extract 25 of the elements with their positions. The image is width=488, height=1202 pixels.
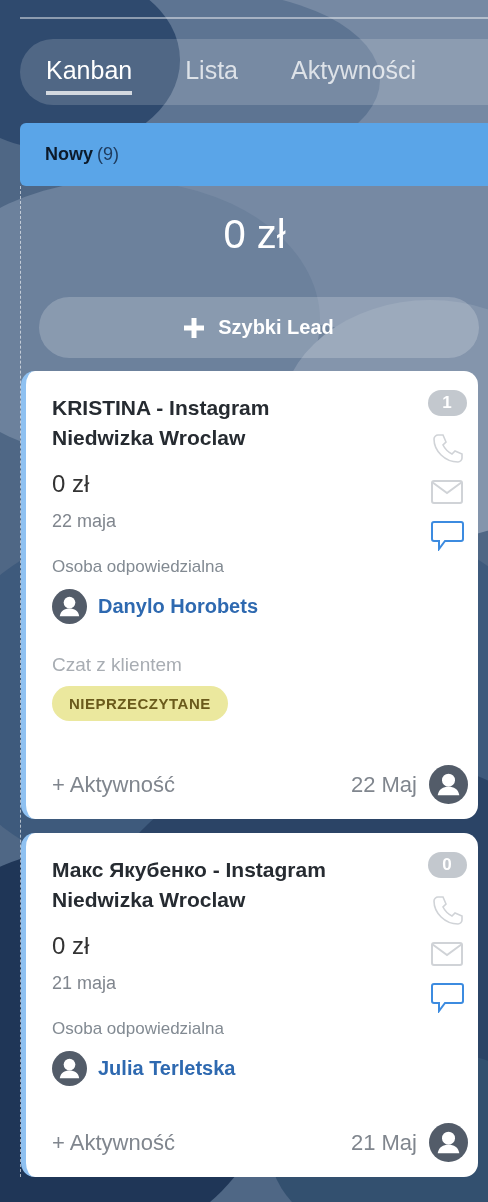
deal-card[interactable]: Макс Якубенко - Instagram Niedwizka Wroclaw 0 zł 21 maja Osoba odpowiedzialna Julia Terletska 0 + Aktywność 21 Maj [21, 833, 478, 1177]
deal-date: 22 maja [52, 511, 118, 532]
add-activity-link[interactable]: + Aktywność [52, 771, 339, 798]
count-badge: 1 [427, 390, 467, 416]
quick-lead-button[interactable]: Szybki Lead [39, 297, 479, 358]
view-tab[interactable]: Kanban [46, 49, 133, 95]
column-count: (9) [97, 144, 119, 165]
column-total: 0 zł [222, 211, 287, 258]
field-label: Osoba odpowiedzialna [52, 1019, 225, 1039]
person-link[interactable]: Danylo Horobets [98, 595, 259, 618]
add-activity-link[interactable]: + Aktywność [52, 1129, 339, 1156]
deal-title: Макс Якубенко - Instagram Niedwizka Wroclaw [52, 857, 327, 913]
deal-date: 21 maja [52, 973, 118, 994]
field-label: Czat z klientem [52, 654, 183, 676]
field-label: Osoba odpowiedzialna [52, 557, 225, 577]
status-tag: NIEPRZECZYTANE [52, 686, 228, 721]
column-title: Nowy [45, 144, 93, 165]
person-link[interactable]: Julia Terletska [98, 1057, 236, 1080]
count-badge: 0 [427, 852, 467, 878]
deal-amount: 0 zł [52, 470, 91, 498]
footer-date: 22 Maj [350, 771, 417, 798]
deal-amount: 0 zł [52, 932, 91, 960]
deal-card[interactable]: KRISTINA - Instagram Niedwizka Wroclaw 0 zł 22 maja Osoba odpowiedzialna Danylo Horobets Czat z klientem NIEPRZECZYTANE 1 + Aktywność 22 Maj [21, 371, 478, 819]
footer-date: 21 Maj [350, 1129, 417, 1156]
deal-title: KRISTINA - Instagram Niedwizka Wroclaw [52, 395, 271, 451]
